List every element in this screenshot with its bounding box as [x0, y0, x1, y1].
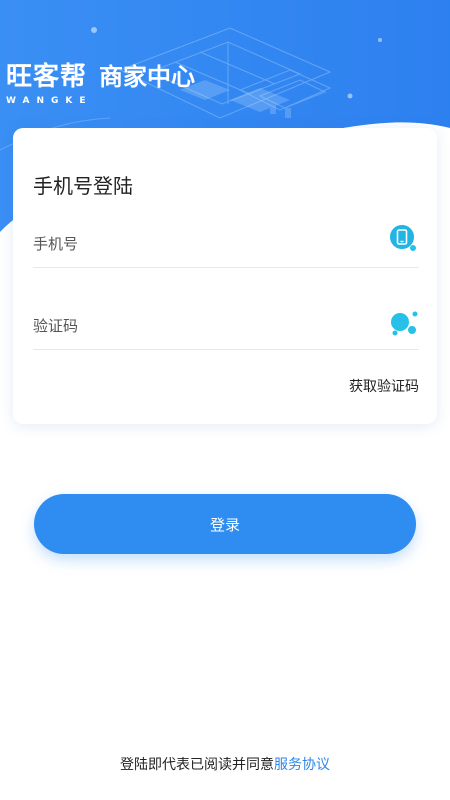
brand-subtitle: 商家中心: [99, 63, 196, 91]
phone-field: [33, 218, 419, 268]
service-agreement-link[interactable]: 服务协议: [274, 757, 330, 773]
brand-logo: 旺客帮 商家中心: [6, 62, 195, 92]
code-input[interactable]: [33, 316, 333, 336]
brand-latin-name: WANGKE: [6, 96, 93, 106]
login-title: 手机号登陆: [33, 174, 133, 198]
get-code-button[interactable]: 获取验证码: [349, 376, 419, 396]
agreement-text: 登陆即代表已阅读并同意: [120, 757, 274, 773]
mobile-phone-icon: [389, 224, 419, 254]
login-card: 手机号登陆 获取验证码: [13, 128, 437, 424]
brand-name: 旺客帮: [6, 62, 88, 92]
phone-input[interactable]: [33, 234, 333, 254]
code-field: [33, 300, 419, 350]
agreement-footer: 登陆即代表已阅读并同意服务协议: [0, 754, 450, 774]
login-button[interactable]: 登录: [34, 494, 416, 554]
bubbles-icon: [389, 306, 419, 336]
